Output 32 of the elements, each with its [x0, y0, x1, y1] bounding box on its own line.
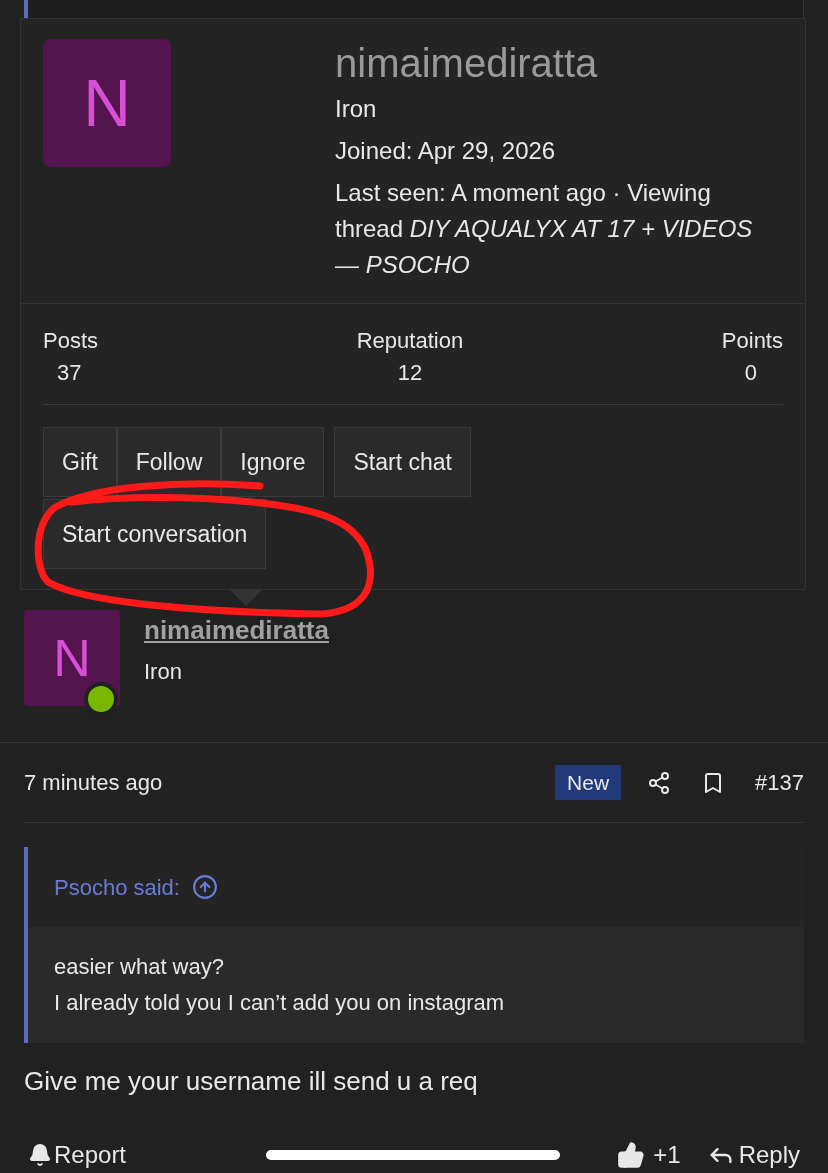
- user-rank: Iron: [144, 658, 183, 686]
- stat-label: Reputation: [356, 327, 464, 355]
- new-badge: New: [555, 764, 622, 801]
- profile-action-button[interactable]: Ignore: [221, 427, 325, 497]
- profile-action-button[interactable]: Gift: [43, 427, 117, 497]
- stat-value: 37: [56, 359, 82, 387]
- jump-to-quote-icon[interactable]: [191, 874, 218, 900]
- username: nimaimediratta: [335, 40, 599, 87]
- quote-author-link[interactable]: Psocho said:: [54, 870, 180, 904]
- avatar[interactable]: N: [24, 610, 120, 706]
- reply-button[interactable]: Reply: [706, 1137, 800, 1173]
- post-time[interactable]: 7 minutes ago: [24, 766, 163, 799]
- quote-text: easier what way?: [54, 953, 225, 981]
- user-rank: Iron: [335, 94, 378, 124]
- share-icon[interactable]: [647, 770, 672, 795]
- post-message: Give me your username ill send u a req: [24, 1066, 478, 1096]
- bell-icon: [28, 1143, 52, 1167]
- like-button[interactable]: +1: [617, 1137, 681, 1173]
- stat-label: Points: [721, 327, 783, 355]
- username-link[interactable]: nimaimediratta: [144, 610, 329, 650]
- profile-action-button[interactable]: Start chat: [334, 427, 471, 497]
- last-seen-text: Last seen: A moment ago · Viewing thread DIY AQUALYX AT 17 + VIDEOS — PSOCHO: [335, 178, 754, 280]
- thumbs-up-icon: [617, 1141, 646, 1169]
- stat-value: 12: [397, 359, 423, 387]
- quote-text: I already told you I can’t add you on instagram: [54, 989, 506, 1017]
- avatar: N: [43, 39, 171, 167]
- post-number[interactable]: #137: [755, 766, 804, 799]
- joined-date: Joined: Apr 29, 2026: [335, 136, 557, 166]
- report-button[interactable]: Report: [28, 1137, 127, 1173]
- stat-value: 0: [744, 359, 758, 387]
- profile-action-button[interactable]: Start conversation: [43, 499, 267, 569]
- stat-label: Posts: [43, 327, 99, 355]
